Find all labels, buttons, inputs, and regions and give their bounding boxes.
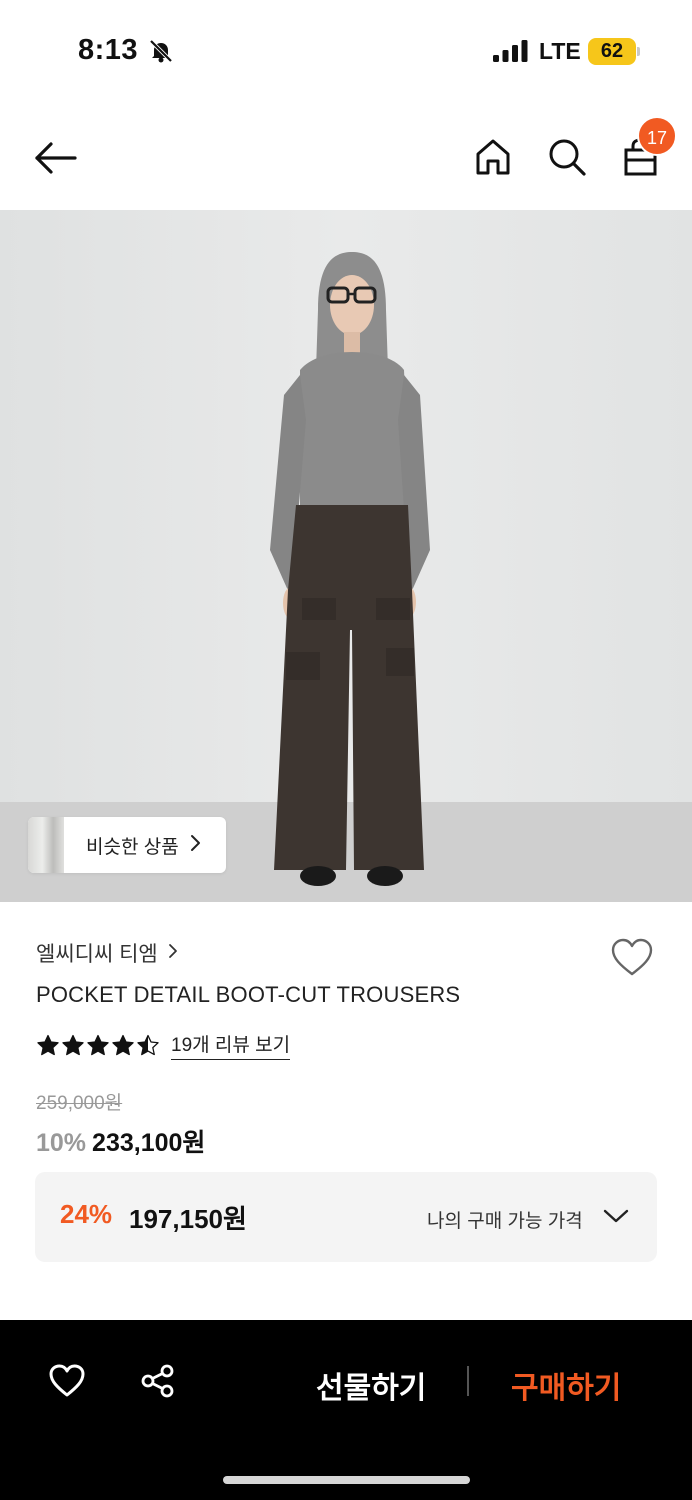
buy-button[interactable]: 구매하기 <box>511 1363 621 1407</box>
sale-price: 233,100원 <box>92 1129 206 1157</box>
status-time: 8:13 <box>78 34 139 66</box>
top-nav-bar <box>0 100 692 210</box>
battery-tip <box>637 47 640 56</box>
star-icon <box>37 1034 59 1056</box>
star-icon <box>87 1034 109 1056</box>
bottom-action-bar: 선물하기 구매하기 <box>0 1320 692 1500</box>
rating-row: 19개 리뷰 보기 <box>36 1030 291 1060</box>
bell-muted-icon <box>148 38 174 69</box>
similar-product-thumbnail <box>28 817 64 873</box>
chevron-right-icon <box>168 943 178 964</box>
signal-icon <box>493 40 529 67</box>
battery-level: 62 <box>588 38 636 65</box>
share-icon[interactable] <box>140 1363 176 1404</box>
original-price: 259,000원 <box>36 1093 123 1114</box>
my-discount-rate: 24% <box>60 1199 113 1229</box>
back-arrow-icon[interactable] <box>30 136 80 185</box>
my-price-value: 197,150원 <box>129 1204 247 1234</box>
cart-count-badge: 17 <box>637 116 677 156</box>
chevron-right-icon <box>189 834 201 857</box>
status-bar: 8:13 LTE 62 <box>0 0 692 100</box>
star-icon <box>62 1034 84 1056</box>
similar-products-label: 비슷한 상품 <box>86 836 179 858</box>
heart-icon[interactable] <box>610 938 654 983</box>
my-price-box[interactable]: 24% 197,150원 나의 구매 가능 가격 <box>35 1172 657 1262</box>
brand-name: 엘씨디씨 티엠 <box>36 943 158 966</box>
star-rating <box>36 1034 161 1056</box>
brand-link[interactable]: 엘씨디씨 티엠 <box>36 938 178 968</box>
search-icon[interactable] <box>546 136 588 183</box>
discount-rate: 10% <box>36 1129 87 1157</box>
product-title: POCKET DETAIL BOOT-CUT TROUSERS <box>36 982 461 1007</box>
price-row: 10% 233,100원 <box>36 1123 205 1159</box>
home-icon[interactable] <box>472 136 514 183</box>
network-type: LTE <box>539 38 581 64</box>
reviews-link[interactable]: 19개 리뷰 보기 <box>171 1030 291 1060</box>
similar-products-button[interactable]: 비슷한 상품 <box>28 817 226 873</box>
star-icon <box>112 1034 134 1056</box>
divider <box>467 1366 469 1396</box>
like-heart-icon[interactable] <box>48 1363 86 1404</box>
chevron-down-icon <box>603 1208 629 1229</box>
gift-button[interactable]: 선물하기 <box>316 1363 426 1407</box>
star-icon <box>137 1034 159 1056</box>
home-indicator <box>223 1476 470 1484</box>
product-image[interactable] <box>0 210 692 902</box>
my-price-label: 나의 구매 가능 가격 <box>427 1211 583 1232</box>
